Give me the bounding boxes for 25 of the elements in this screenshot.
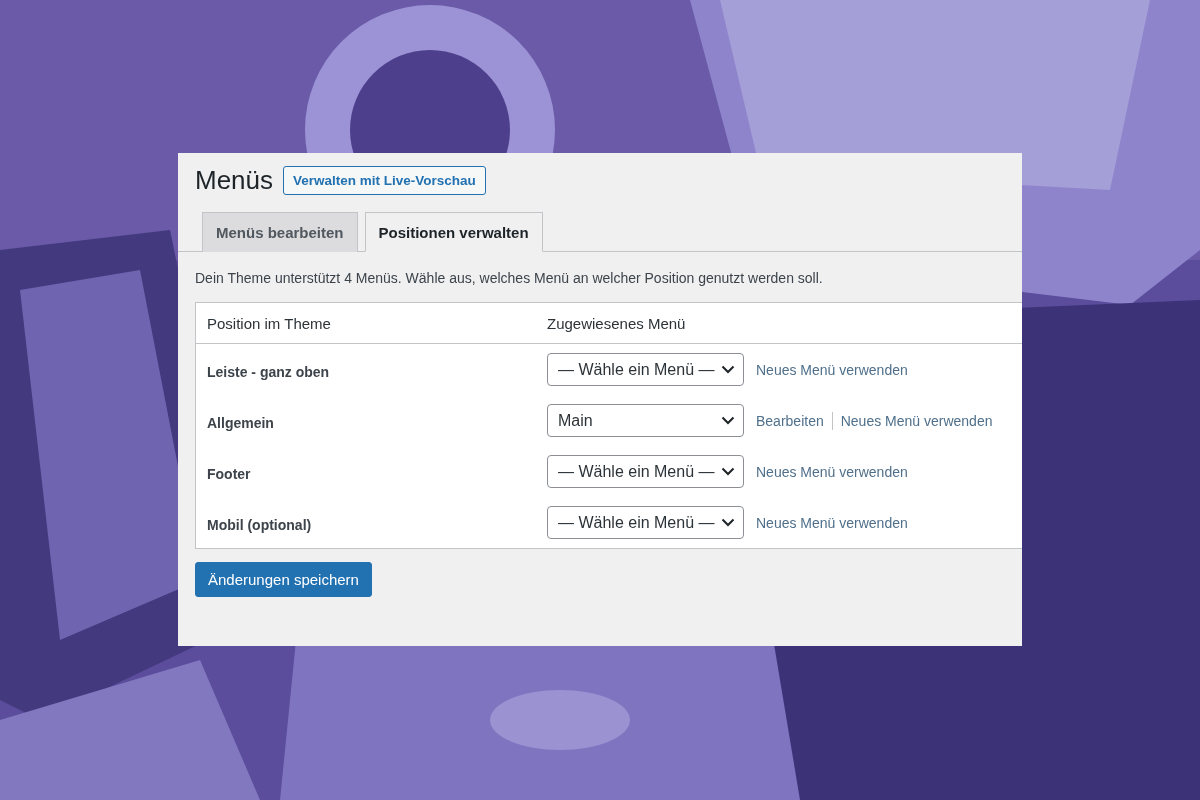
live-preview-button[interactable]: Verwalten mit Live-Vorschau: [283, 166, 486, 195]
column-header: Zugewiesenes Menü: [536, 302, 1022, 344]
tab[interactable]: Menüs bearbeiten: [202, 212, 358, 252]
menu-link[interactable]: Neues Menü verwenden: [756, 361, 908, 378]
position-label: Leiste - ganz oben: [195, 343, 536, 395]
menu-link[interactable]: Bearbeiten: [756, 412, 824, 429]
chevron-down-icon: [721, 518, 735, 527]
tab[interactable]: Positionen verwalten: [364, 212, 543, 252]
menu-link[interactable]: Neues Menü verwenden: [756, 514, 908, 531]
chevron-down-icon: [721, 467, 735, 476]
menu-select[interactable]: Main: [547, 404, 744, 437]
page-title: Menüs: [195, 165, 274, 196]
chevron-down-icon: [721, 416, 735, 425]
save-button[interactable]: Änderungen speichern: [195, 562, 372, 597]
menu-link[interactable]: Neues Menü verwenden: [840, 412, 993, 429]
position-label: Footer: [195, 446, 536, 497]
menu-link[interactable]: Neues Menü verwenden: [756, 463, 908, 480]
menu-select[interactable]: — Wähle ein Menü —: [547, 353, 744, 386]
menu-select[interactable]: — Wähle ein Menü —: [547, 455, 744, 488]
position-label: Allgemein: [195, 395, 536, 446]
chevron-down-icon: [721, 365, 735, 374]
position-label: Mobil (optional): [195, 497, 536, 549]
menu-select[interactable]: — Wähle ein Menü —: [547, 506, 744, 539]
column-header: Position im Theme: [195, 302, 536, 344]
description-text: Dein Theme unterstützt 4 Menüs. Wähle aus, welches Menü an welcher Position genutzt werden soll.: [195, 270, 824, 286]
